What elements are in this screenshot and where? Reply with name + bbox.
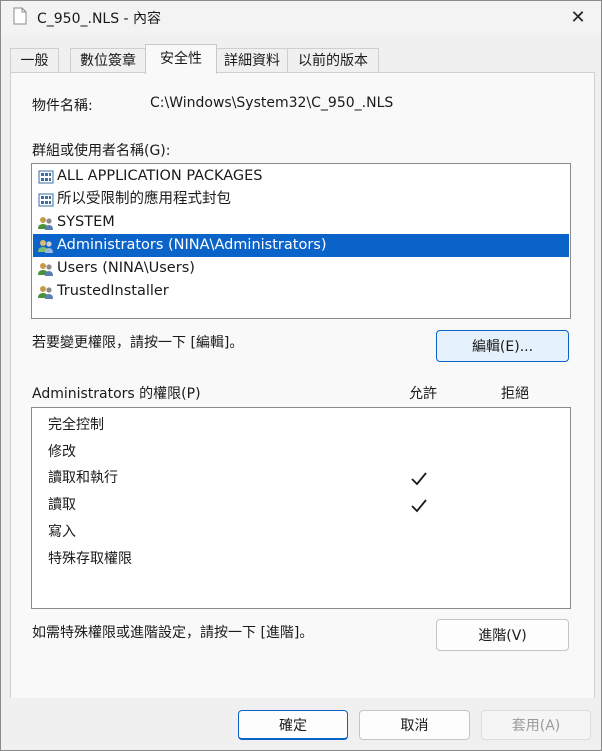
app-package-icon: [38, 193, 54, 207]
permission-read: 讀取: [48, 497, 76, 513]
user-item-restricted-app-packages[interactable]: 所以受限制的應用程式封包: [33, 188, 569, 211]
user-item-trustedinstaller[interactable]: TrustedInstaller: [33, 280, 569, 303]
permission-read-execute: 讀取和執行: [48, 470, 118, 486]
object-name-label: 物件名稱:: [32, 98, 93, 114]
permissions-label: Administrators 的權限(P): [32, 386, 201, 402]
user-item-label: TrustedInstaller: [57, 283, 169, 299]
deny-column-header: 拒絕: [501, 386, 529, 402]
user-item-label: ALL APPLICATION PACKAGES: [57, 168, 263, 184]
object-name-value: C:\Windows\System32\C_950_.NLS: [150, 95, 394, 111]
apply-button[interactable]: 套用(A): [481, 710, 591, 740]
title-bar: C_950_.NLS - 內容 ✕: [1, 1, 601, 35]
ok-button[interactable]: 確定: [238, 710, 348, 740]
user-item-label: 所以受限制的應用程式封包: [57, 191, 231, 207]
permission-full-control: 完全控制: [48, 417, 104, 433]
document-icon: [13, 7, 27, 25]
groups-label: 群組或使用者名稱(G):: [32, 143, 171, 159]
dialog-footer: 確定 取消 套用(A): [1, 698, 601, 750]
user-group-icon: [38, 263, 53, 276]
tab-general[interactable]: 一般: [10, 48, 59, 73]
user-group-icon: [38, 240, 53, 253]
permissions-list: 完全控制 修改 讀取和執行 讀取 寫入 特殊存取權限: [31, 407, 571, 609]
user-item-users[interactable]: Users (NINA\Users): [33, 257, 569, 280]
allow-check-icon: [411, 499, 427, 513]
advanced-button[interactable]: 進階(V): [436, 619, 569, 651]
allow-column-header: 允許: [409, 386, 437, 402]
app-package-icon: [38, 170, 54, 184]
user-item-administrators[interactable]: Administrators (NINA\Administrators): [33, 234, 569, 257]
user-item-system[interactable]: SYSTEM: [33, 211, 569, 234]
tab-details[interactable]: 詳細資料: [216, 48, 288, 73]
tab-previous-versions[interactable]: 以前的版本: [287, 48, 379, 73]
tab-security[interactable]: 安全性: [145, 44, 217, 74]
advanced-hint: 如需特殊權限或進階設定，請按一下 [進階]。: [32, 625, 314, 641]
close-button[interactable]: ✕: [555, 1, 601, 33]
user-list[interactable]: ALL APPLICATION PACKAGES 所以受限制的應用程式封包 SY…: [31, 163, 571, 319]
permission-write: 寫入: [48, 524, 76, 540]
tab-digital-signatures[interactable]: 數位簽章: [70, 48, 146, 73]
user-group-icon: [38, 217, 53, 230]
permission-modify: 修改: [48, 444, 76, 460]
cancel-button[interactable]: 取消: [359, 710, 470, 740]
properties-window: C_950_.NLS - 內容 ✕ 一般 數位簽章 安全性 詳細資料 以前的版本…: [0, 0, 602, 751]
user-group-icon: [38, 286, 53, 299]
change-permissions-hint: 若要變更權限，請按一下 [編輯]。: [32, 335, 244, 351]
permission-special: 特殊存取權限: [48, 551, 132, 567]
user-item-label: Users (NINA\Users): [57, 260, 195, 276]
security-panel: 物件名稱: C:\Windows\System32\C_950_.NLS 群組或…: [10, 72, 595, 699]
allow-check-icon: [411, 472, 427, 486]
close-icon: ✕: [570, 6, 586, 28]
user-item-label: Administrators (NINA\Administrators): [57, 237, 327, 253]
user-item-label: SYSTEM: [57, 214, 115, 230]
edit-button[interactable]: 編輯(E)...: [436, 330, 569, 362]
window-title: C_950_.NLS - 內容: [37, 11, 162, 27]
user-item-all-application-packages[interactable]: ALL APPLICATION PACKAGES: [33, 165, 569, 188]
